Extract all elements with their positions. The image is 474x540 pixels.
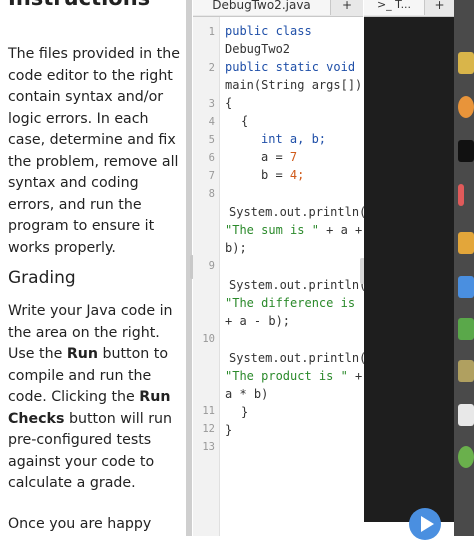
toolbar-icon[interactable] bbox=[458, 318, 474, 340]
line-number: 8 bbox=[208, 188, 215, 200]
code-editor[interactable]: DebugTwo2.java + 1 2 3 4 5 6 7 8 9 10 11… bbox=[190, 0, 370, 536]
add-tab-button[interactable]: + bbox=[331, 0, 363, 15]
toolbar-icon[interactable] bbox=[458, 360, 474, 382]
toolbar-icon[interactable] bbox=[458, 140, 474, 162]
code-line-10c: a * b) bbox=[225, 387, 269, 401]
code-line-2: public static void bbox=[225, 60, 356, 74]
run-label: Run bbox=[66, 346, 98, 362]
code-line-10: System.out.println( bbox=[229, 351, 367, 365]
code-line-9: System.out.println( bbox=[229, 278, 367, 292]
add-terminal-button[interactable]: + bbox=[425, 0, 454, 15]
code-line-5: int a, b; bbox=[261, 132, 327, 146]
code-line-11: } bbox=[241, 405, 249, 419]
code-line-9b: "The difference is " bbox=[225, 296, 370, 310]
line-number: 6 bbox=[208, 152, 215, 164]
code-line-2b: main(String args[]) bbox=[225, 78, 363, 92]
code-line-8b: "The sum is " + a + bbox=[225, 223, 363, 237]
grading-heading: Grading bbox=[8, 268, 76, 288]
line-number: 12 bbox=[202, 423, 215, 435]
code-line-9c: + a - b); bbox=[225, 314, 291, 328]
tab-debugtwo2-java[interactable]: DebugTwo2.java bbox=[193, 0, 331, 15]
instructions-paragraph: The files provided in the code editor to… bbox=[8, 46, 180, 256]
line-number: 7 bbox=[208, 170, 215, 182]
terminal-tab-bar: >_ T... + bbox=[364, 0, 454, 17]
code-line-6: a = 7 bbox=[261, 150, 298, 164]
line-number: 1 bbox=[208, 26, 215, 38]
code-line-10b: "The product is " + bbox=[225, 369, 363, 383]
line-number: 11 bbox=[202, 405, 215, 417]
line-number: 5 bbox=[208, 134, 215, 146]
line-number: 3 bbox=[208, 98, 215, 110]
code-line-1b: DebugTwo2 bbox=[225, 42, 291, 56]
line-number: 2 bbox=[208, 62, 215, 74]
terminal-panel[interactable] bbox=[364, 17, 454, 522]
code-line-8: System.out.println( bbox=[229, 205, 367, 219]
toolbar-icon[interactable] bbox=[458, 52, 474, 74]
code-line-4: { bbox=[241, 114, 249, 128]
code-line-7: b = 4; bbox=[261, 168, 305, 182]
run-icon bbox=[421, 516, 434, 532]
instructions-panel: Instructions The files provided in the c… bbox=[0, 0, 186, 536]
instructions-heading: Instructions bbox=[8, 0, 150, 10]
grading-paragraph: Write your Java code in the area on the … bbox=[8, 303, 173, 491]
toolbar-icon[interactable] bbox=[458, 404, 474, 426]
toolbar-icon[interactable] bbox=[458, 184, 464, 206]
final-paragraph: Once you are happy with bbox=[8, 516, 152, 532]
line-number: 9 bbox=[208, 260, 215, 272]
code-line-3: { bbox=[225, 96, 233, 110]
editor-tab-bar: DebugTwo2.java + bbox=[193, 0, 363, 17]
right-toolbar bbox=[454, 0, 474, 536]
toolbar-icon[interactable] bbox=[458, 232, 474, 254]
tab-terminal[interactable]: >_ T... bbox=[364, 0, 425, 15]
code-line-8c: b); bbox=[225, 241, 247, 255]
line-number: 10 bbox=[202, 333, 215, 345]
run-button[interactable] bbox=[409, 508, 441, 540]
line-number: 4 bbox=[208, 116, 215, 128]
line-number-gutter: 1 2 3 4 5 6 7 8 9 10 11 12 13 bbox=[193, 17, 220, 536]
code-line-12: } bbox=[225, 423, 233, 437]
toolbar-icon[interactable] bbox=[458, 96, 474, 118]
toolbar-icon[interactable] bbox=[458, 446, 474, 468]
code-line-1: public class bbox=[225, 24, 312, 38]
line-number: 13 bbox=[202, 441, 215, 453]
toolbar-icon[interactable] bbox=[458, 276, 474, 298]
